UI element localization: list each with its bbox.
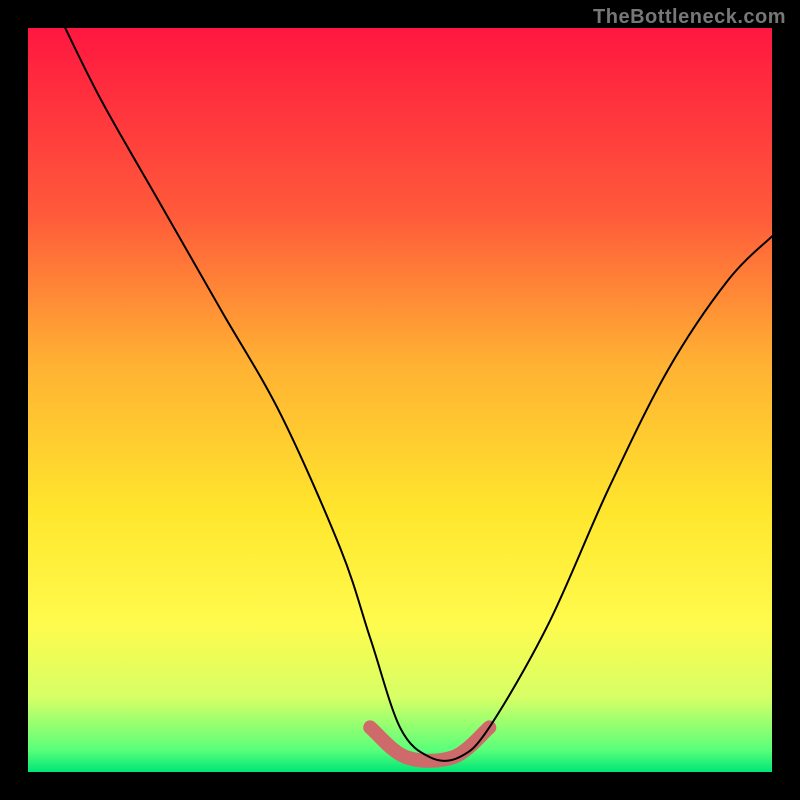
plot-background (28, 28, 772, 772)
watermark: TheBottleneck.com (593, 6, 786, 29)
chart-viewport: TheBottleneck.com (0, 0, 800, 800)
chart-canvas (0, 0, 800, 800)
